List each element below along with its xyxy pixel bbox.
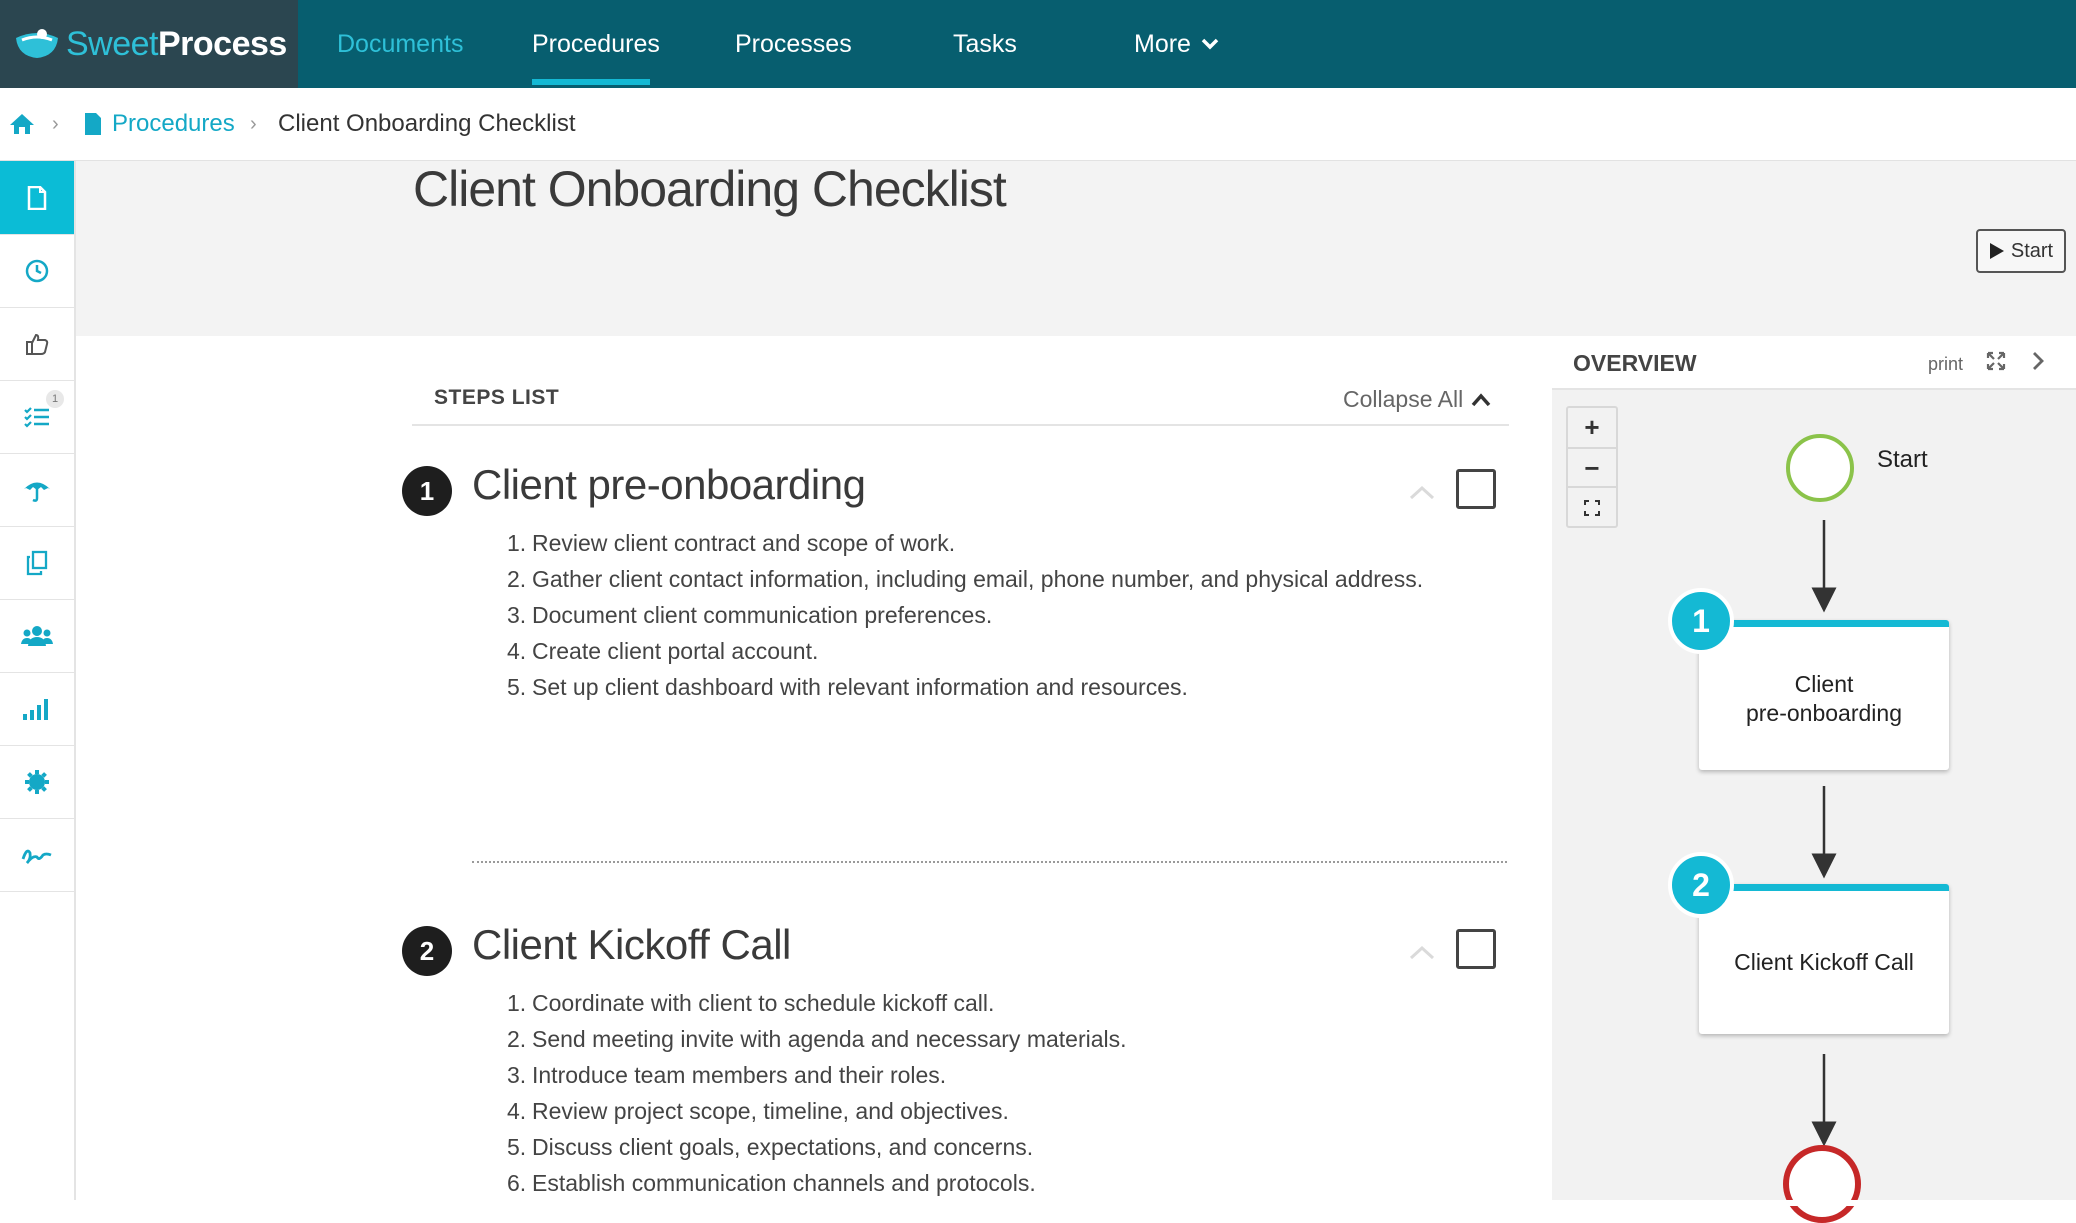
- thumbs-up-icon: [26, 333, 49, 355]
- logo-text-process: Process: [158, 24, 287, 63]
- step-items: 1. Review client contract and scope of wo…: [507, 525, 1423, 705]
- flow-node-step-1[interactable]: Client pre-onboarding: [1699, 620, 1949, 770]
- chevron-down-icon: [1201, 38, 1219, 50]
- list-item: 2. Gather client contact information, inc…: [507, 566, 1424, 592]
- sidebar-item-settings[interactable]: [0, 745, 74, 819]
- list-item: 3. Introduce team members and their roles…: [507, 1062, 947, 1088]
- nav-active-indicator: [532, 79, 650, 85]
- document-icon: [27, 185, 47, 210]
- step-checkbox[interactable]: [1456, 469, 1496, 509]
- nav-more[interactable]: More: [1134, 0, 1219, 88]
- collapse-all-button[interactable]: Collapse All: [1343, 386, 1491, 413]
- list-item: 2. Send meeting invite with agenda and ne…: [507, 1026, 1127, 1052]
- top-nav: [0, 0, 2076, 88]
- flow-start-node[interactable]: [1786, 434, 1854, 502]
- collapse-panel-button[interactable]: [2030, 350, 2046, 377]
- nav-processes[interactable]: Processes: [735, 0, 852, 88]
- signature-icon: [21, 849, 52, 864]
- flow-node-step-2[interactable]: Client Kickoff Call: [1699, 884, 1949, 1034]
- step-checkbox[interactable]: [1456, 929, 1496, 969]
- list-item: 5. Set up client dashboard with relevant …: [507, 674, 1188, 700]
- nav-more-label: More: [1134, 29, 1191, 58]
- chevron-up-icon: [1409, 945, 1435, 960]
- checklist-icon: [24, 406, 49, 428]
- sidebar-item-copy[interactable]: [0, 526, 74, 600]
- list-item: 4. Review project scope, timeline, and ob…: [507, 1098, 1009, 1124]
- nav-documents[interactable]: Documents: [337, 0, 463, 88]
- breadcrumb-procedures-label: Procedures: [112, 110, 235, 137]
- collapse-all-label: Collapse All: [1343, 386, 1464, 412]
- sidebar-item-policies[interactable]: [0, 453, 74, 527]
- nav-tasks[interactable]: Tasks: [953, 0, 1017, 88]
- page-bottom-edge: [0, 1200, 2076, 1206]
- step-items: 1. Coordinate with client to schedule kic…: [507, 985, 1127, 1201]
- flow-node-label: Client: [1794, 670, 1854, 697]
- step-collapse-toggle[interactable]: [1408, 484, 1436, 505]
- procedure-header: [76, 161, 2076, 336]
- step-number: 1: [402, 466, 452, 516]
- start-button[interactable]: Start: [1976, 229, 2066, 273]
- expand-icon: [1986, 351, 2006, 371]
- flow-start-label: Start: [1877, 446, 1928, 473]
- checklist-badge: 1: [46, 390, 64, 408]
- steps-list-divider: [412, 424, 1509, 426]
- flowchart-connectors: [1811, 520, 1837, 1147]
- overview-title: OVERVIEW: [1573, 350, 1697, 376]
- document-icon: [85, 113, 101, 135]
- flow-node-badge: 2: [1668, 852, 1734, 918]
- sidebar-item-team[interactable]: [0, 599, 74, 673]
- list-item: 6. Establish communication channels and p…: [507, 1170, 1036, 1196]
- umbrella-icon: [24, 482, 50, 502]
- home-icon: [10, 114, 34, 134]
- sidebar-item-approvals[interactable]: [0, 307, 74, 381]
- nav-procedures[interactable]: Procedures: [532, 0, 660, 88]
- chevron-right-icon: [2033, 352, 2044, 370]
- print-link[interactable]: print: [1928, 354, 1963, 375]
- play-icon: [1989, 243, 2004, 259]
- list-item: 4. Create client portal account.: [507, 638, 819, 664]
- list-item: 1. Review client contract and scope of wo…: [507, 530, 956, 556]
- breadcrumb-current: Client Onboarding Checklist: [278, 110, 576, 137]
- gear-icon: [25, 769, 49, 794]
- sidebar-item-history[interactable]: [0, 234, 74, 308]
- list-item: 3. Document client communication preferen…: [507, 602, 993, 628]
- steps-list-title: STEPS LIST: [434, 386, 560, 409]
- sweetprocess-logo-icon: [16, 29, 58, 58]
- sidebar-item-checklist[interactable]: 1: [0, 380, 74, 454]
- start-button-label: Start: [2010, 239, 2054, 262]
- users-icon: [21, 625, 53, 646]
- expand-button[interactable]: [1985, 350, 2007, 377]
- flow-node-badge: 1: [1668, 588, 1734, 654]
- list-item: 1. Coordinate with client to schedule kic…: [507, 990, 995, 1016]
- page-title: Client Onboarding Checklist: [413, 161, 1007, 217]
- breadcrumb-separator: ›: [52, 112, 59, 135]
- list-item: 5. Discuss client goals, expectations, an…: [507, 1134, 1034, 1160]
- sidebar-item-document[interactable]: [0, 161, 74, 235]
- logo[interactable]: SweetProcess: [0, 0, 298, 88]
- step-collapse-toggle[interactable]: [1408, 944, 1436, 965]
- bar-chart-icon: [23, 698, 48, 720]
- copy-icon: [26, 550, 48, 575]
- home-link[interactable]: [8, 88, 36, 160]
- flow-node-label: pre-onboarding: [1745, 699, 1902, 726]
- step-title[interactable]: Client pre-onboarding: [472, 461, 866, 509]
- step-title[interactable]: Client Kickoff Call: [472, 921, 791, 969]
- sidebar-item-signature[interactable]: [0, 818, 74, 892]
- clock-icon: [25, 259, 49, 282]
- step-divider: [472, 861, 1507, 863]
- logo-text-sweet: Sweet: [66, 24, 159, 63]
- chevron-up-icon: [1409, 485, 1435, 500]
- breadcrumb-separator: ›: [250, 112, 257, 135]
- chevron-up-icon: [1471, 392, 1491, 406]
- breadcrumb-procedures[interactable]: Procedures: [84, 88, 235, 160]
- step-number: 2: [402, 926, 452, 976]
- flow-end-node[interactable]: [1783, 1145, 1861, 1223]
- flow-node-label: Client Kickoff Call: [1734, 949, 1914, 975]
- sidebar-item-reports[interactable]: [0, 672, 74, 746]
